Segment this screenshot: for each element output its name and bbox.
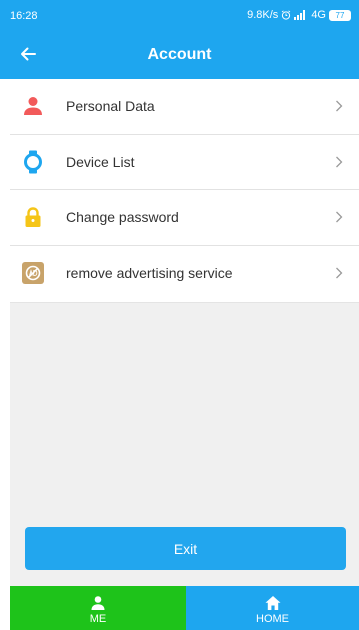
network-speed: 9.8K/s xyxy=(247,9,279,21)
menu-item-change-password[interactable]: Change password xyxy=(10,190,359,246)
status-time: 16:28 xyxy=(10,10,38,22)
network-type: 4G xyxy=(311,9,326,21)
battery-indicator: 77 xyxy=(329,9,351,21)
app-bar: Account xyxy=(0,32,359,78)
menu-item-label: Personal Data xyxy=(66,98,155,115)
person-icon xyxy=(91,596,105,610)
home-icon xyxy=(265,596,280,610)
status-indicators: 9.8K/s 4G 77 xyxy=(247,9,351,21)
lock-icon xyxy=(22,206,44,228)
watch-icon xyxy=(22,150,44,174)
top-bar: 16:28 9.8K/s 4G 77 Account xyxy=(0,0,359,79)
menu-item-personal-data[interactable]: Personal Data xyxy=(10,79,359,135)
menu-item-label: Device List xyxy=(66,153,135,170)
page-title: Account xyxy=(147,46,212,63)
menu-item-remove-advertising[interactable]: remove advertising service xyxy=(10,246,359,302)
no-ad-icon xyxy=(22,262,44,285)
chevron-right-icon xyxy=(336,267,343,279)
nav-tab-label: HOME xyxy=(256,613,289,625)
nav-tab-me[interactable]: ME xyxy=(10,586,186,630)
nav-tab-label: ME xyxy=(89,613,107,625)
person-icon xyxy=(22,95,44,117)
menu-item-label: remove advertising service xyxy=(66,265,233,282)
chevron-right-icon xyxy=(336,211,343,223)
exit-button[interactable]: Exit xyxy=(25,527,346,570)
bottom-navigation: ME HOME xyxy=(10,586,359,630)
status-bar: 16:28 9.8K/s 4G 77 xyxy=(0,0,359,26)
menu-item-device-list[interactable]: Device List xyxy=(10,135,359,190)
signal-icon xyxy=(294,10,306,20)
nav-tab-home[interactable]: HOME xyxy=(186,586,359,630)
chevron-right-icon xyxy=(336,156,343,168)
chevron-right-icon xyxy=(336,100,343,112)
menu-item-label: Change password xyxy=(66,209,179,226)
alarm-icon xyxy=(282,10,291,20)
account-menu-list: Personal Data Device List Change passwor… xyxy=(10,79,359,301)
